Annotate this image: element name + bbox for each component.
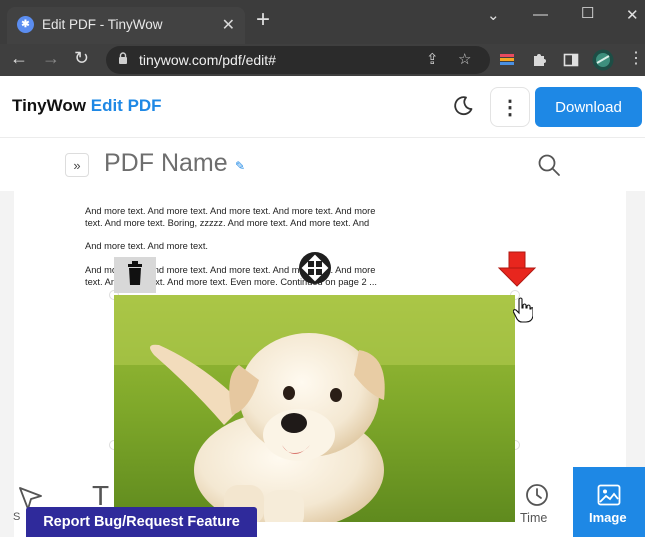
browser-tab-bar: ✱ Edit PDF - TinyWow ✕ + ⌄ — ☐ ✕: [0, 0, 645, 44]
image-icon: [597, 484, 621, 506]
brand-logo[interactable]: TinyWow Edit PDF: [12, 96, 162, 116]
tab-title: Edit PDF - TinyWow: [42, 17, 163, 32]
move-image-button[interactable]: [299, 252, 331, 284]
brand-main: TinyWow: [12, 96, 86, 115]
search-icon[interactable]: [537, 153, 561, 177]
red-down-arrow-icon: [497, 251, 537, 287]
maximize-icon[interactable]: ☐: [581, 4, 594, 22]
move-arrows-icon: [301, 254, 329, 282]
delete-image-button[interactable]: [114, 257, 156, 293]
app-header: TinyWow Edit PDF ⋮ Download: [0, 76, 645, 138]
url-text: tinywow.com/pdf/edit#: [139, 52, 276, 68]
forward-arrow-icon[interactable]: →: [42, 48, 60, 69]
pdf-text-line[interactable]: And more text. And more text. And more t…: [85, 206, 375, 216]
image-tool-label: Image: [589, 510, 627, 525]
new-tab-icon[interactable]: +: [256, 8, 270, 32]
address-bar[interactable]: tinywow.com/pdf/edit# ⇪ ☆: [106, 46, 490, 74]
more-options-button[interactable]: ⋮: [490, 87, 530, 127]
close-window-icon[interactable]: ✕: [626, 6, 639, 24]
tinywow-favicon-icon: ✱: [17, 16, 34, 33]
report-bug-button[interactable]: Report Bug/Request Feature: [26, 507, 257, 537]
tab-search-chevron-icon[interactable]: ⌄: [487, 6, 500, 24]
brand-accent: Edit PDF: [90, 96, 162, 115]
browser-toolbar: ← → ↻ tinywow.com/pdf/edit# ⇪ ☆ ⋮: [0, 44, 645, 76]
dark-mode-moon-icon[interactable]: [451, 94, 475, 118]
profile-avatar[interactable]: [592, 49, 614, 71]
expand-sidebar-button[interactable]: »: [65, 153, 89, 177]
share-icon[interactable]: ⇪: [426, 50, 439, 68]
image-tool-button[interactable]: [573, 467, 645, 537]
inserted-image[interactable]: [114, 295, 515, 522]
reload-icon[interactable]: ↻: [74, 48, 89, 69]
hand-cursor-icon: [513, 297, 533, 323]
bookmark-star-icon[interactable]: ☆: [458, 50, 471, 68]
document-subheader: » PDF Name ✎: [0, 139, 645, 191]
close-tab-icon[interactable]: ✕: [222, 15, 235, 35]
minimize-icon[interactable]: —: [533, 6, 548, 23]
trash-icon: [128, 261, 142, 285]
lock-icon: [119, 52, 127, 64]
extensions-puzzle-icon[interactable]: [531, 52, 547, 68]
browser-menu-icon[interactable]: ⋮: [628, 48, 644, 68]
extension-colorful-icon[interactable]: [499, 52, 515, 68]
side-panel-icon[interactable]: [563, 52, 579, 68]
download-button[interactable]: Download: [535, 87, 642, 127]
select-tool-label[interactable]: S: [13, 511, 20, 523]
edit-pencil-icon[interactable]: ✎: [235, 159, 245, 173]
pdf-name-title[interactable]: PDF Name: [104, 149, 228, 178]
time-tool-label[interactable]: Time: [520, 511, 547, 525]
more-vertical-icon: ⋮: [500, 96, 520, 119]
puppy-photo: [114, 295, 515, 522]
back-arrow-icon[interactable]: ←: [10, 48, 28, 69]
double-chevron-right-icon: »: [73, 157, 81, 173]
pdf-text-line[interactable]: text. And more text. Boring, zzzzz. And …: [85, 218, 369, 228]
browser-tab[interactable]: ✱ Edit PDF - TinyWow ✕: [7, 7, 245, 44]
pdf-text-line[interactable]: And more text. And more text.: [85, 241, 208, 251]
